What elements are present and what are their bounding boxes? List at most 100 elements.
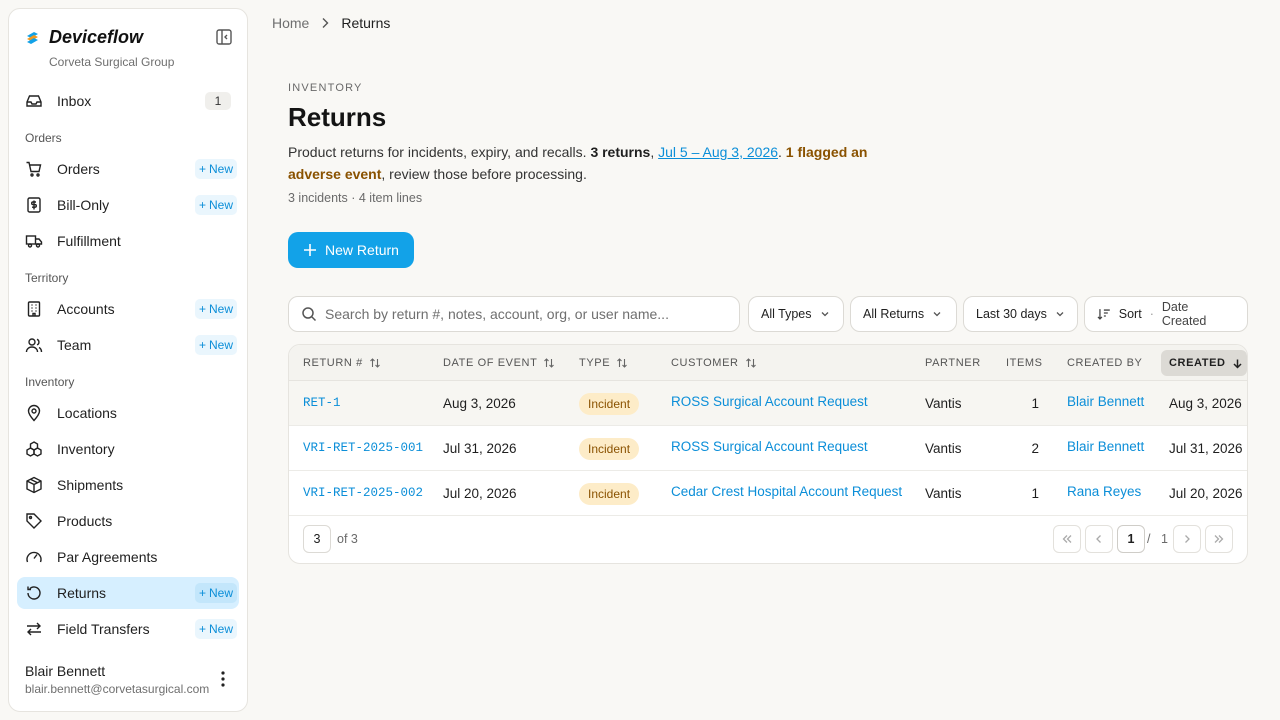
package-icon <box>26 476 42 494</box>
plus-icon: + <box>198 162 206 176</box>
sidebar-item-label: Products <box>57 513 113 529</box>
sidebar-item-accounts[interactable]: Accounts + New <box>17 293 239 325</box>
chevron-left-icon <box>1096 535 1101 543</box>
total-count: of 3 <box>337 532 358 546</box>
deviceflow-logo-icon <box>27 31 38 44</box>
truck-icon <box>25 235 43 248</box>
sort-arrows-icon <box>617 358 628 368</box>
arrow-down-icon <box>1233 359 1242 369</box>
returns-count: 3 returns <box>590 144 651 160</box>
column-header-created[interactable]: CREATED <box>1161 350 1247 376</box>
cart-icon <box>26 161 42 177</box>
chevrons-left-icon <box>1062 535 1072 543</box>
created-by-link[interactable]: Blair Bennett <box>1067 426 1144 471</box>
sort-arrows-icon <box>544 358 555 368</box>
sort-lines-icon <box>1097 309 1110 320</box>
next-page-button[interactable] <box>1173 525 1201 553</box>
new-bill-only-button[interactable]: + New <box>194 195 237 215</box>
building-icon <box>27 301 41 317</box>
return-number-link[interactable]: RET-1 <box>303 381 341 426</box>
table-pagination: 3 of 3 1 / 1 <box>289 515 1247 563</box>
return-number-link[interactable]: VRI-RET-2025-002 <box>303 471 423 516</box>
breadcrumb-home-link[interactable]: Home <box>272 15 309 31</box>
customer-link[interactable]: Cedar Crest Hospital Account Request <box>671 471 902 516</box>
sidebar-item-team[interactable]: Team + New <box>17 329 239 361</box>
sidebar-item-returns[interactable]: Returns + New <box>17 577 239 609</box>
sidebar-item-orders[interactable]: Orders + New <box>17 153 239 185</box>
previous-page-button[interactable] <box>1085 525 1113 553</box>
page-separator: / <box>1147 532 1151 546</box>
customer-link[interactable]: ROSS Surgical Account Request <box>671 426 868 471</box>
sidebar-item-label: Inventory <box>57 441 115 457</box>
chevron-down-icon <box>933 312 941 317</box>
sidebar-item-fulfillment[interactable]: Fulfillment <box>17 225 239 257</box>
current-page-input[interactable]: 1 <box>1117 525 1145 553</box>
created-by-link[interactable]: Rana Reyes <box>1067 471 1141 516</box>
new-team-member-button[interactable]: + New <box>194 335 237 355</box>
sidebar-item-label: Accounts <box>57 301 115 317</box>
user-name: Blair Bennett <box>25 663 106 679</box>
more-vertical-icon[interactable] <box>219 669 227 689</box>
column-header-date-of-event[interactable]: DATE OF EVENT <box>443 345 555 381</box>
type-filter-select[interactable]: All Types <box>748 296 844 332</box>
created-cell: Jul 20, 2026 <box>1169 486 1243 501</box>
new-return-sidebar-button[interactable]: + New <box>194 583 237 603</box>
first-page-button[interactable] <box>1053 525 1081 553</box>
sidebar-item-bill-only[interactable]: Bill-Only + New <box>17 189 239 221</box>
returns-filter-select[interactable]: All Returns <box>850 296 957 332</box>
tag-icon <box>26 513 42 529</box>
created-by-link[interactable]: Blair Bennett <box>1067 381 1144 426</box>
table-row[interactable]: VRI-RET-2025-002 Jul 20, 2026 Incident C… <box>289 471 1247 516</box>
sidebar-item-products[interactable]: Products <box>17 505 239 537</box>
sidebar-collapse-icon[interactable] <box>215 28 233 46</box>
sidebar-item-inventory[interactable]: Inventory <box>17 433 239 465</box>
plus-icon: + <box>198 302 206 316</box>
search-icon <box>302 307 317 322</box>
section-label-orders: Orders <box>25 131 62 145</box>
new-order-button[interactable]: + New <box>194 159 237 179</box>
table-row[interactable]: RET-1 Aug 3, 2026 Incident ROSS Surgical… <box>289 381 1247 426</box>
items-cell: 2 <box>1031 441 1039 456</box>
page-size-select[interactable]: 3 <box>303 525 331 553</box>
sidebar-item-locations[interactable]: Locations <box>17 397 239 429</box>
sidebar-item-inbox[interactable]: Inbox 1 <box>17 85 239 117</box>
new-field-transfer-button[interactable]: + New <box>194 619 237 639</box>
user-profile[interactable]: Blair Bennett blair.bennett@corvetasurgi… <box>25 663 225 696</box>
search-box[interactable] <box>288 296 740 332</box>
return-number-link[interactable]: VRI-RET-2025-001 <box>303 426 423 471</box>
date-range-filter-select[interactable]: Last 30 days <box>963 296 1078 332</box>
column-header-return-number[interactable]: RETURN # <box>303 345 381 381</box>
created-cell: Aug 3, 2026 <box>1169 396 1242 411</box>
table-row[interactable]: VRI-RET-2025-001 Jul 31, 2026 Incident R… <box>289 426 1247 471</box>
page-eyebrow: INVENTORY <box>288 82 363 94</box>
sidebar-item-label: Fulfillment <box>57 233 121 249</box>
sidebar: Deviceflow Corveta Surgical Group Inbox … <box>8 8 248 712</box>
sort-arrows-icon <box>745 358 756 368</box>
sort-select[interactable]: Sort · Date Created <box>1084 296 1248 332</box>
sidebar-item-par-agreements[interactable]: Par Agreements <box>17 541 239 573</box>
customer-link[interactable]: ROSS Surgical Account Request <box>671 381 868 426</box>
receipt-dollar-icon <box>27 197 41 213</box>
user-email: blair.bennett@corvetasurgical.com <box>25 682 210 696</box>
section-label-territory: Territory <box>25 271 69 285</box>
new-account-button[interactable]: + New <box>194 299 237 319</box>
organization-name: Corveta Surgical Group <box>49 55 175 69</box>
plus-icon: + <box>198 198 206 212</box>
date-range-link[interactable]: Jul 5 – Aug 3, 2026 <box>658 144 778 160</box>
sidebar-item-shipments[interactable]: Shipments <box>17 469 239 501</box>
column-header-type[interactable]: TYPE <box>579 345 628 381</box>
partner-cell: Vantis <box>925 396 962 411</box>
rotate-ccw-icon <box>27 586 41 600</box>
column-header-customer[interactable]: CUSTOMER <box>671 345 757 381</box>
created-cell: Jul 31, 2026 <box>1169 441 1243 456</box>
sidebar-item-field-transfers[interactable]: Field Transfers + New <box>17 613 239 645</box>
new-return-button[interactable]: New Return <box>288 232 414 268</box>
chevron-right-icon <box>1185 535 1190 543</box>
search-input[interactable] <box>325 306 725 322</box>
last-page-button[interactable] <box>1205 525 1233 553</box>
chevron-right-icon <box>322 18 329 28</box>
breadcrumb-current: Returns <box>341 15 391 31</box>
brand[interactable]: Deviceflow <box>25 27 143 48</box>
column-header-items: ITEMS <box>1006 357 1043 369</box>
section-label-inventory: Inventory <box>25 375 75 389</box>
